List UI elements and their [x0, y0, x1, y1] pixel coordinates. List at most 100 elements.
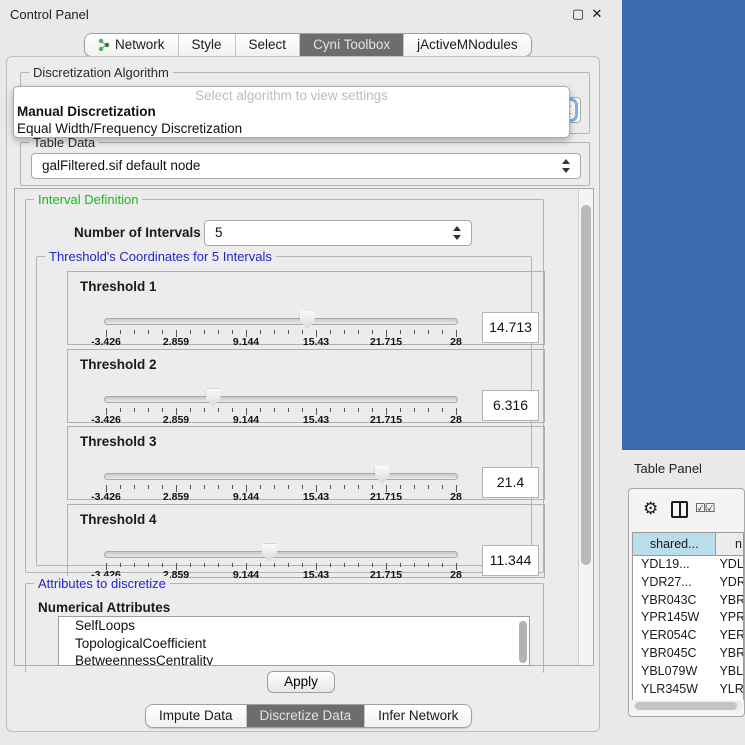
slider-track[interactable]: [104, 396, 458, 403]
combo-value: galFiltered.sif default node: [42, 158, 200, 173]
tick-mark: [190, 330, 191, 334]
tick-mark: [330, 563, 331, 567]
tab-label: Select: [249, 34, 287, 56]
list-item[interactable]: SelfLoops: [59, 617, 529, 635]
threshold-coordinates-group: Threshold's Coordinates for 5 Intervals …: [36, 256, 532, 566]
table-data-group: Table Data galFiltered.sif default node: [20, 142, 590, 186]
tick-label: 2.859: [146, 491, 206, 503]
threshold-value-field[interactable]: 21.4: [482, 467, 539, 498]
apply-button[interactable]: Apply: [267, 671, 335, 693]
list-item[interactable]: BetweennessCentrality: [59, 652, 529, 666]
threshold-panel: Threshold 4-3.4262.8599.14415.4321.71528…: [67, 504, 545, 578]
scrollbar-thumb[interactable]: [635, 702, 737, 710]
tick-label: 21.715: [356, 336, 416, 348]
column-header[interactable]: n: [716, 533, 743, 555]
tick-mark: [400, 563, 401, 567]
vertical-scrollbar[interactable]: [578, 189, 593, 665]
tick-mark: [218, 485, 219, 489]
threshold-value-field[interactable]: 14.713: [482, 312, 539, 343]
tick-label: -3.426: [76, 491, 136, 503]
tick-mark: [358, 330, 359, 334]
tab-infer-network[interactable]: Infer Network: [364, 705, 471, 727]
tick-label: -3.426: [76, 336, 136, 348]
tick-mark: [274, 563, 275, 567]
slider-handle[interactable]: [262, 544, 277, 562]
tab-label: Impute Data: [159, 705, 233, 727]
slider-handle[interactable]: [206, 389, 221, 407]
tick-mark: [162, 563, 163, 567]
table-toolbar: ⚙ ☑☑: [629, 489, 744, 531]
combo-stepper[interactable]: [452, 225, 463, 241]
tick-mark: [274, 485, 275, 489]
tab-label: Style: [192, 34, 222, 56]
tick-mark: [358, 563, 359, 567]
horizontal-scrollbar[interactable]: [633, 701, 743, 711]
tab-style[interactable]: Style: [178, 34, 235, 56]
tick-mark: [330, 485, 331, 489]
table-data-combobox[interactable]: galFiltered.sif default node: [31, 153, 581, 179]
numerical-attributes-list[interactable]: SelfLoopsTopologicalCoefficientBetweenne…: [58, 616, 530, 666]
table-row[interactable]: YDL19...YDL1: [633, 556, 743, 574]
slider-track[interactable]: [104, 551, 458, 558]
slider-handle[interactable]: [300, 311, 315, 329]
tick-mark: [302, 563, 303, 567]
table-panel-title: Table Panel: [634, 461, 702, 476]
tab-cyni-toolbox[interactable]: Cyni Toolbox: [299, 34, 403, 56]
tab-jactivemnodules[interactable]: jActiveMNodules: [403, 34, 531, 56]
slider-handle[interactable]: [375, 466, 390, 484]
tick-mark: [344, 330, 345, 334]
dropdown-option[interactable]: Manual Discretization: [14, 104, 569, 121]
tick-mark: [190, 563, 191, 567]
tick-mark: [372, 330, 373, 334]
tick-label: 9.144: [216, 336, 276, 348]
column-header[interactable]: shared...: [633, 533, 716, 555]
tick-mark: [302, 485, 303, 489]
table-row[interactable]: YBL079WYBL0: [633, 663, 743, 681]
threshold-value-field[interactable]: 6.316: [482, 390, 539, 421]
dropdown-option[interactable]: Equal Width/Frequency Discretization: [14, 121, 569, 138]
dropdown-placeholder: Select algorithm to view settings: [14, 87, 569, 104]
table-row[interactable]: YBR043CYBR0: [633, 592, 743, 610]
table-row[interactable]: YER054CYER0: [633, 627, 743, 645]
tab-discretize-data[interactable]: Discretize Data: [246, 705, 365, 727]
tick-mark: [134, 485, 135, 489]
tick-mark: [274, 408, 275, 412]
slider-track[interactable]: [104, 318, 458, 325]
threshold-value-field[interactable]: 11.344: [482, 545, 539, 576]
table-cell: YDL1: [716, 556, 743, 574]
float-window-icon[interactable]: ▢: [570, 6, 586, 22]
gear-icon[interactable]: ⚙: [643, 499, 658, 519]
combo-stepper[interactable]: [561, 158, 572, 174]
table-row[interactable]: YPR145WYPR1: [633, 609, 743, 627]
group-title: Interval Definition: [34, 192, 142, 207]
table-cell: YDR2: [716, 574, 743, 592]
num-intervals-combobox[interactable]: 5: [204, 220, 472, 246]
tab-impute-data[interactable]: Impute Data: [146, 705, 246, 727]
list-scrollbar[interactable]: [519, 621, 527, 663]
tick-mark: [232, 408, 233, 412]
table-row[interactable]: YLR345WYLR3: [633, 681, 743, 699]
tick-label: 28: [426, 414, 486, 426]
tab-network[interactable]: Network: [85, 34, 178, 56]
tick-mark: [204, 563, 205, 567]
table-row[interactable]: YDR27...YDR2: [633, 574, 743, 592]
tick-mark: [148, 408, 149, 412]
slider-track[interactable]: [104, 473, 458, 480]
tab-select[interactable]: Select: [235, 34, 300, 56]
table-row[interactable]: YBR045CYBR0: [633, 645, 743, 663]
scrollbar-thumb[interactable]: [581, 205, 591, 565]
tick-mark: [232, 330, 233, 334]
tab-label: Network: [115, 34, 165, 56]
tick-mark: [400, 485, 401, 489]
tick-label: 21.715: [356, 414, 416, 426]
close-icon[interactable]: ✕: [589, 6, 605, 22]
threshold-label: Threshold 2: [80, 357, 157, 372]
tick-mark: [288, 408, 289, 412]
tick-label: 2.859: [146, 336, 206, 348]
list-item[interactable]: TopologicalCoefficient: [59, 635, 529, 653]
split-columns-icon[interactable]: [671, 501, 688, 518]
select-columns-icon[interactable]: ☑☑: [695, 501, 715, 515]
table-row[interactable]: YIL053CYIL0: [633, 698, 743, 700]
tick-mark: [288, 563, 289, 567]
tick-mark: [330, 330, 331, 334]
